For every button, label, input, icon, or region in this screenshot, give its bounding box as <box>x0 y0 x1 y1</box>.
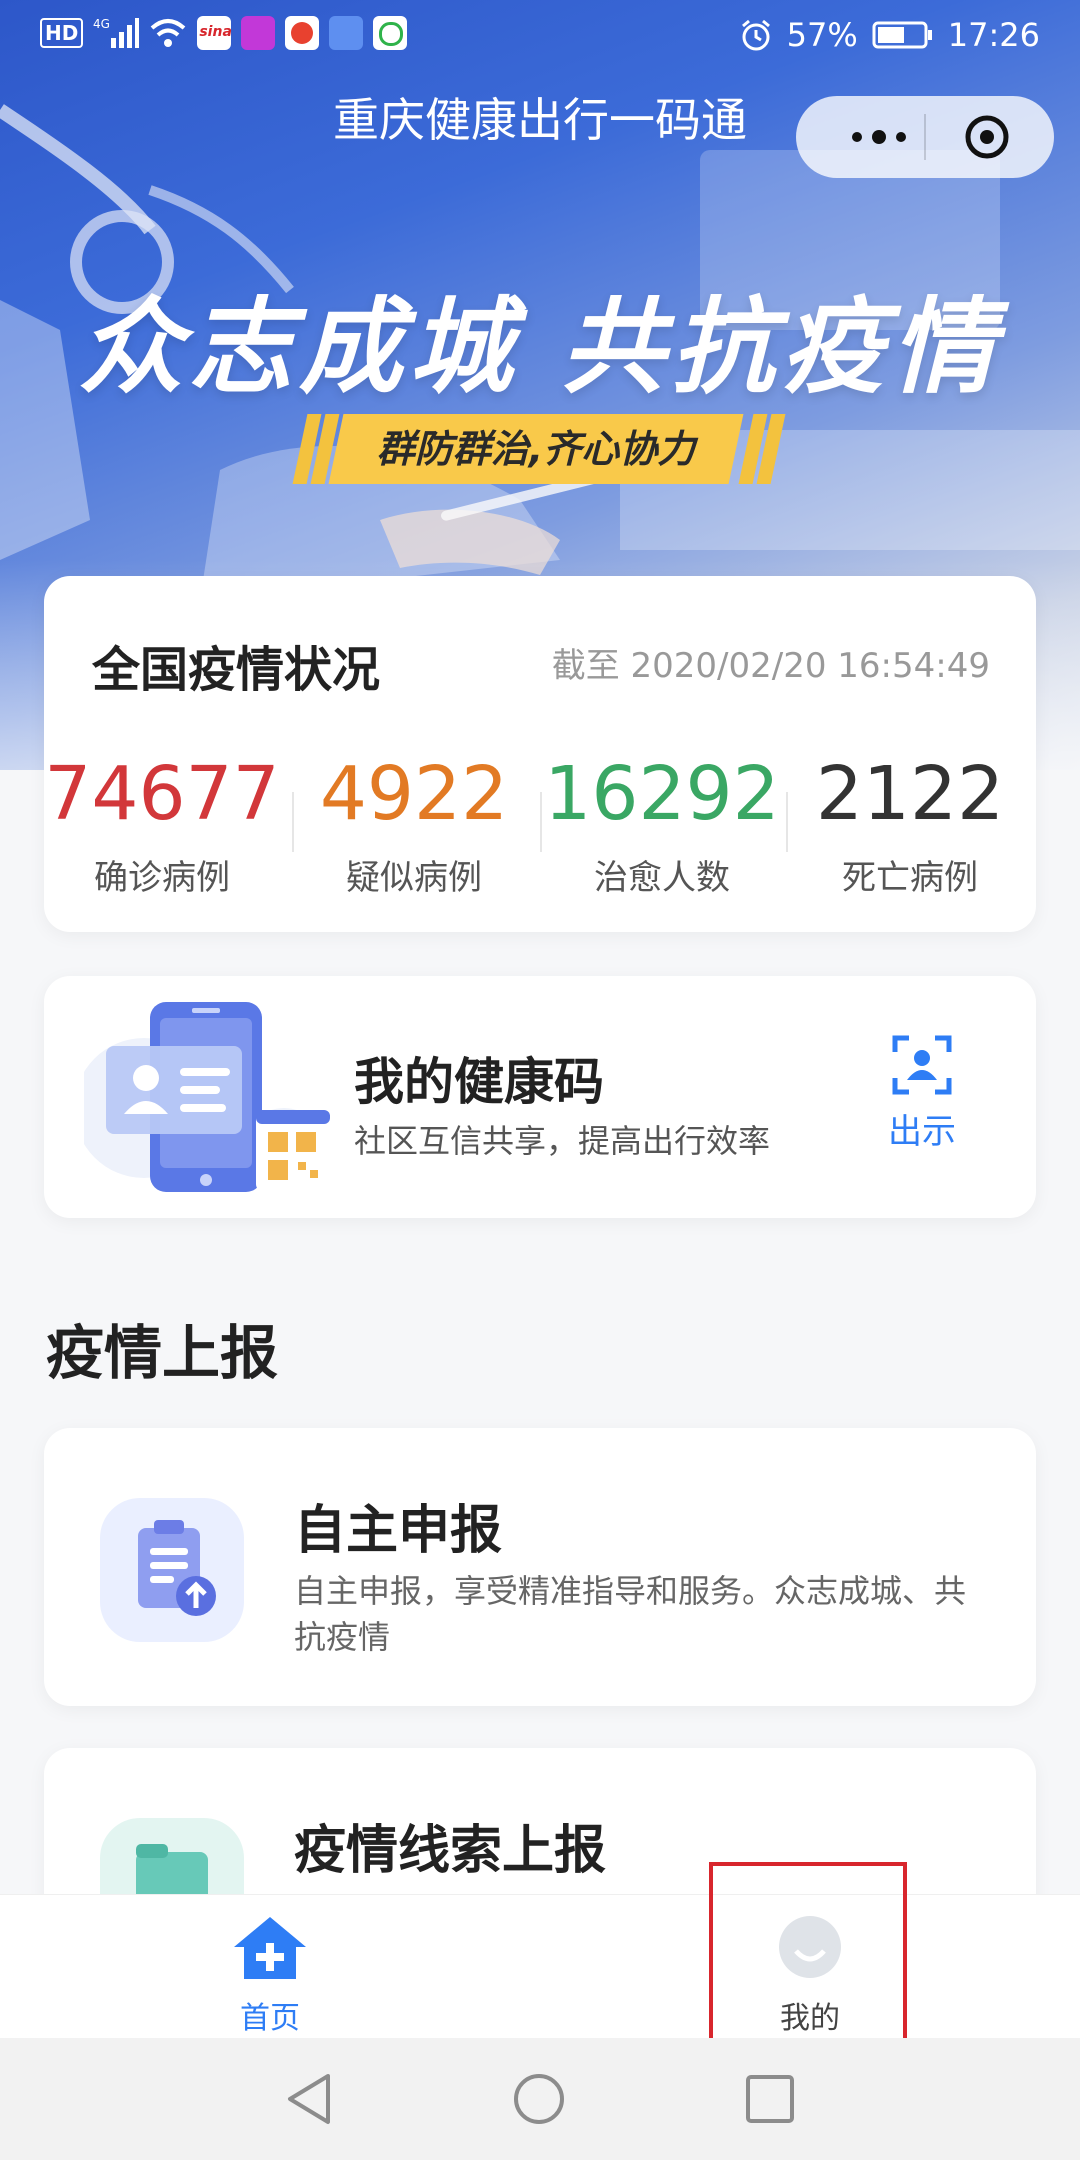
capsule-divider <box>924 114 926 160</box>
recents-icon[interactable] <box>744 2072 796 2126</box>
phone-qr-illustration <box>84 1002 330 1192</box>
tab-home[interactable]: 首页 <box>180 1913 360 2037</box>
close-program-button[interactable] <box>964 114 1010 160</box>
stat-value: 74677 <box>44 751 280 837</box>
self-report-title: 自主申报 <box>294 1501 503 1561</box>
mini-program-capsule <box>796 96 1054 178</box>
health-code-card[interactable]: 我的健康码 社区互信共享，提高出行效率 出示 <box>44 976 1036 1218</box>
stats-title: 全国疫情状况 <box>92 642 381 698</box>
dot-icon <box>852 132 862 142</box>
alarm-icon <box>741 19 770 51</box>
epidemic-stats-card: 全国疫情状况 截至 2020/02/20 16:54:49 74677 确诊病例… <box>44 576 1036 932</box>
stat-value: 2122 <box>815 751 1005 837</box>
system-nav-bar <box>0 2038 1080 2160</box>
4g-signal-icon: 4G <box>93 17 140 48</box>
battery-icon <box>872 21 932 49</box>
stat-label: 确诊病例 <box>94 858 230 898</box>
stat-value: 4922 <box>319 751 509 837</box>
bottom-tab-bar: 首页 我的 <box>0 1894 1080 2039</box>
weibo-app-icon <box>285 16 320 50</box>
hd-icon: HD <box>40 18 84 48</box>
highlight-annotation-box <box>709 1862 907 2060</box>
stat-suspected: 4922 疑似病例 <box>294 752 534 899</box>
scan-face-icon <box>892 1035 952 1095</box>
music-app-icon <box>329 16 364 50</box>
browser-app-icon <box>373 16 408 50</box>
home-icon <box>234 1917 306 1979</box>
sina-app-icon: sina <box>197 16 232 50</box>
self-report-card[interactable]: 自主申报 自主申报，享受精准指导和服务。众志成城、共抗疫情 <box>44 1428 1036 1706</box>
clock: 17:26 <box>947 16 1040 54</box>
status-right: 57% 17:26 <box>739 16 1040 54</box>
self-report-desc: 自主申报，享受精准指导和服务。众志成城、共抗疫情 <box>294 1572 967 1656</box>
home-nav-icon[interactable] <box>512 2072 566 2126</box>
dot-icon <box>896 132 906 142</box>
stat-cured: 16292 治愈人数 <box>542 752 782 899</box>
page-title: 重庆健康出行一码通 <box>333 93 747 147</box>
report-section-title: 疫情上报 <box>46 1319 279 1387</box>
stats-timestamp: 截至 2020/02/20 16:54:49 <box>551 646 990 686</box>
tab-home-label: 首页 <box>240 2001 300 2036</box>
stat-label: 疑似病例 <box>346 858 482 898</box>
sub-slogan-ribbon: 群防群治,齐心协力 <box>292 414 786 484</box>
stat-label: 死亡病例 <box>842 858 978 898</box>
health-code-title: 我的健康码 <box>354 1053 604 1111</box>
slogan-banner: 众志成城 共抗疫情 <box>78 286 1002 408</box>
status-left-icons: HD 4G sina <box>40 16 408 50</box>
dot-icon <box>872 130 886 144</box>
health-code-desc: 社区互信共享，提高出行效率 <box>354 1122 771 1160</box>
show-code-label: 出示 <box>888 1112 956 1152</box>
stat-label: 治愈人数 <box>594 858 730 898</box>
stat-divider <box>786 792 788 852</box>
stat-confirmed: 74677 确诊病例 <box>42 752 282 899</box>
wifi-icon <box>151 19 186 47</box>
sub-slogan-text: 群防群治,齐心协力 <box>376 427 696 471</box>
video-app-icon <box>241 16 276 50</box>
show-code-button[interactable]: 出示 <box>870 1034 974 1174</box>
stat-deaths: 2122 死亡病例 <box>790 752 1030 899</box>
back-icon[interactable] <box>284 2072 334 2126</box>
more-options-button[interactable] <box>834 116 924 158</box>
clue-report-title: 疫情线索上报 <box>294 1821 607 1881</box>
svg-text:4G: 4G <box>93 17 110 31</box>
status-bar: HD 4G sina 57% 17:26 <box>0 0 1080 72</box>
clipboard-upload-icon <box>138 1520 216 1616</box>
battery-percent: 57% <box>786 16 858 54</box>
stat-value: 16292 <box>544 751 780 837</box>
